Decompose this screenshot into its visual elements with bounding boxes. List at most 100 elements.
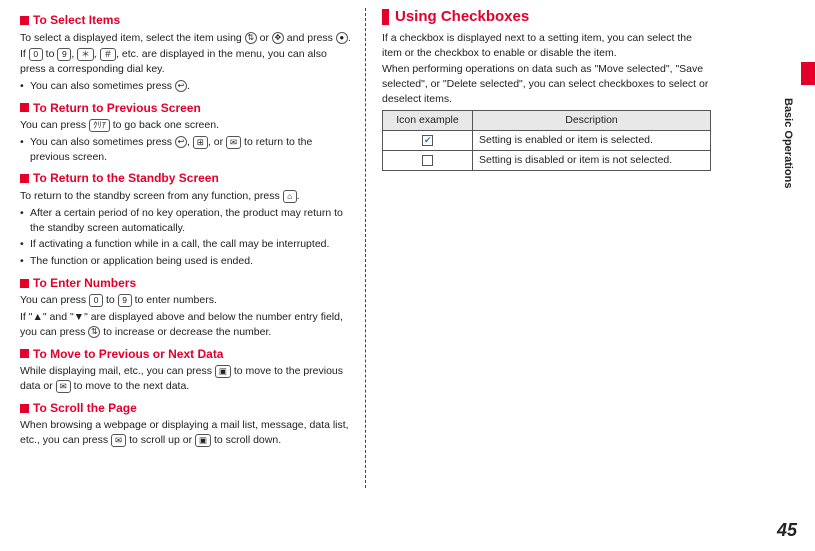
key-9-icon: 9 bbox=[57, 48, 71, 61]
paragraph: While displaying mail, etc., you can pre… bbox=[20, 364, 353, 393]
bullet-item: •The function or application being used … bbox=[20, 254, 353, 269]
section-select-items-head: To Select Items bbox=[20, 12, 353, 29]
page-number: 45 bbox=[777, 518, 797, 543]
key-mail-icon: ✉ bbox=[226, 136, 241, 149]
bullet-item: • You can also sometimes press ↩, ⊞, or … bbox=[20, 135, 353, 164]
key-9-icon: 9 bbox=[118, 294, 132, 307]
right-column: Using Checkboxes If a checkbox is displa… bbox=[366, 6, 711, 488]
paragraph: You can press 0 to 9 to enter numbers. bbox=[20, 293, 353, 308]
bullet-square-icon bbox=[20, 279, 29, 288]
nav-ring-icon: ⇅ bbox=[88, 326, 100, 338]
text: to bbox=[43, 48, 58, 60]
text: . bbox=[187, 80, 190, 92]
section-return-standby-head: To Return to the Standby Screen bbox=[20, 170, 353, 187]
key-app-icon: ⊞ bbox=[193, 136, 208, 149]
side-chapter-label: Basic Operations bbox=[780, 98, 795, 188]
text: to increase or decrease the number. bbox=[100, 326, 271, 338]
bullet-dot-icon: • bbox=[20, 237, 30, 252]
section-scroll-page-head: To Scroll the Page bbox=[20, 400, 353, 417]
text: While displaying mail, etc., you can pre… bbox=[20, 365, 215, 377]
section-title: To Return to the Standby Screen bbox=[33, 170, 219, 187]
text: After a certain period of no key operati… bbox=[30, 206, 353, 235]
multi-key-icon: ✥ bbox=[272, 32, 284, 44]
section-move-data-head: To Move to Previous or Next Data bbox=[20, 346, 353, 363]
paragraph: When performing operations on data such … bbox=[382, 62, 711, 106]
icon-cell bbox=[383, 150, 473, 170]
text: You can also sometimes press bbox=[30, 80, 175, 92]
text: To select a displayed item, select the i… bbox=[20, 32, 245, 44]
back-key-icon: ↩ bbox=[175, 136, 187, 148]
description-cell: Setting is enabled or item is selected. bbox=[473, 131, 711, 151]
nav-ring-icon: ⇅ bbox=[245, 32, 257, 44]
paragraph: To select a displayed item, select the i… bbox=[20, 31, 353, 46]
text: to scroll down. bbox=[211, 434, 281, 446]
section-title: To Return to Previous Screen bbox=[33, 100, 201, 117]
text: to bbox=[103, 294, 118, 306]
table-header-row: Icon example Description bbox=[383, 111, 711, 131]
key-star-icon: ＊ bbox=[77, 48, 94, 61]
text: to go back one screen. bbox=[110, 119, 219, 131]
key-mail-icon: ✉ bbox=[56, 380, 71, 393]
text: You can also sometimes press bbox=[30, 136, 175, 148]
paragraph: If a checkbox is displayed next to a set… bbox=[382, 31, 711, 60]
text: or bbox=[257, 32, 272, 44]
key-mail-icon: ✉ bbox=[111, 434, 126, 447]
bullet-square-icon bbox=[20, 404, 29, 413]
key-cam-icon: ▣ bbox=[215, 365, 231, 378]
text: You can also sometimes press ↩. bbox=[30, 79, 353, 94]
bullet-dot-icon: • bbox=[20, 254, 30, 269]
text: to scroll up or bbox=[126, 434, 195, 446]
bullet-item: •If activating a function while in a cal… bbox=[20, 237, 353, 252]
description-cell: Setting is disabled or item is not selec… bbox=[473, 150, 711, 170]
table-row: Setting is enabled or item is selected. bbox=[383, 131, 711, 151]
paragraph: When browsing a webpage or displaying a … bbox=[20, 418, 353, 447]
text: to move to the next data. bbox=[71, 380, 190, 392]
key-0-icon: 0 bbox=[29, 48, 43, 61]
bullet-square-icon bbox=[20, 349, 29, 358]
bullet-square-icon bbox=[20, 103, 29, 112]
key-0-icon: 0 bbox=[89, 294, 103, 307]
paragraph: You can press ｸﾘｱ to go back one screen. bbox=[20, 118, 353, 133]
text: and press bbox=[284, 32, 336, 44]
section-enter-numbers-head: To Enter Numbers bbox=[20, 275, 353, 292]
bullet-square-icon bbox=[20, 174, 29, 183]
text: . bbox=[348, 32, 351, 44]
section-title: To Scroll the Page bbox=[33, 400, 137, 417]
checkbox-description-table: Icon example Description Setting is enab… bbox=[382, 110, 711, 170]
back-key-icon: ↩ bbox=[175, 80, 187, 92]
text: You can press bbox=[20, 294, 89, 306]
text: If activating a function while in a call… bbox=[30, 237, 353, 252]
text: , bbox=[94, 48, 100, 60]
key-cam-icon: ▣ bbox=[195, 434, 211, 447]
text: to enter numbers. bbox=[132, 294, 217, 306]
bullet-item: • You can also sometimes press ↩. bbox=[20, 79, 353, 94]
table-header: Description bbox=[473, 111, 711, 131]
key-hash-icon: ＃ bbox=[100, 48, 117, 61]
key-end-icon: ⌂ bbox=[283, 190, 297, 203]
text: . bbox=[297, 190, 300, 202]
bullet-bar-icon bbox=[382, 9, 389, 25]
center-key-icon: ● bbox=[336, 32, 348, 44]
key-clear-icon: ｸﾘｱ bbox=[89, 119, 110, 132]
page-tab-icon bbox=[801, 62, 815, 85]
section-return-prev-head: To Return to Previous Screen bbox=[20, 100, 353, 117]
section-title: To Enter Numbers bbox=[33, 275, 136, 292]
text: The function or application being used i… bbox=[30, 254, 353, 269]
section-title: To Select Items bbox=[33, 12, 120, 29]
text: If bbox=[20, 48, 29, 60]
paragraph: If 0 to 9, ＊, ＃, etc. are displayed in t… bbox=[20, 47, 353, 76]
section-checkboxes-head: Using Checkboxes bbox=[382, 6, 711, 27]
bullet-dot-icon: • bbox=[20, 79, 30, 94]
icon-cell bbox=[383, 131, 473, 151]
text: , bbox=[187, 136, 193, 148]
text: , or bbox=[208, 136, 226, 148]
text: You can press bbox=[20, 119, 89, 131]
text: To return to the standby screen from any… bbox=[20, 190, 283, 202]
bullet-item: •After a certain period of no key operat… bbox=[20, 206, 353, 235]
checkbox-unchecked-icon bbox=[422, 155, 433, 166]
bullet-dot-icon: • bbox=[20, 135, 30, 164]
left-column: To Select Items To select a displayed it… bbox=[20, 6, 365, 488]
section-title: To Move to Previous or Next Data bbox=[33, 346, 223, 363]
table-row: Setting is disabled or item is not selec… bbox=[383, 150, 711, 170]
bullet-dot-icon: • bbox=[20, 206, 30, 235]
